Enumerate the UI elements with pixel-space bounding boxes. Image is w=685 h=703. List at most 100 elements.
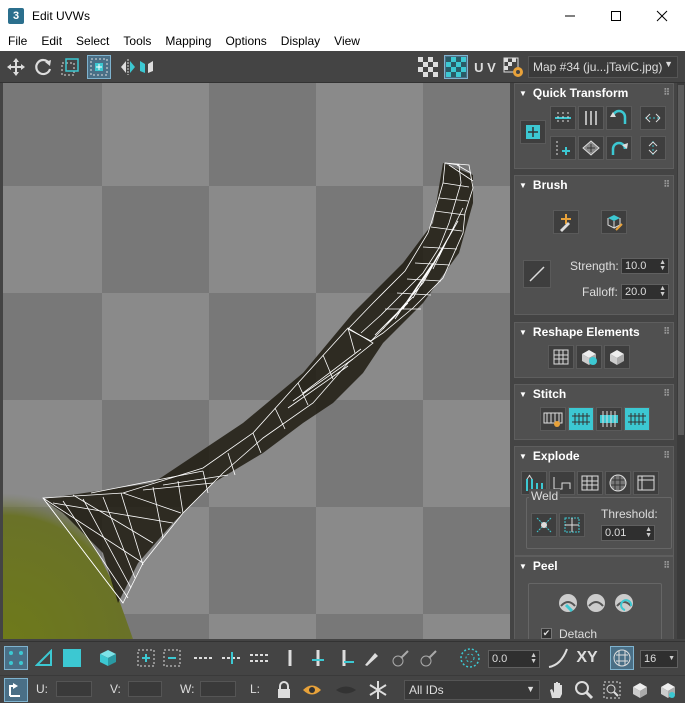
menu-options[interactable]: Options: [217, 34, 272, 48]
panel-scrollbar[interactable]: [677, 83, 685, 639]
xy-space-button[interactable]: XY: [572, 646, 602, 670]
uv-viewport[interactable]: [3, 83, 510, 639]
freeze-button[interactable]: [366, 678, 390, 702]
paint-move-button[interactable]: [553, 210, 579, 234]
stitch-to-source-button[interactable]: [624, 407, 650, 431]
paint-select-grow-button[interactable]: [388, 646, 412, 670]
explode-header[interactable]: ▼ Explode ⠿: [515, 447, 673, 465]
uv-toggle-button[interactable]: U V: [472, 55, 498, 79]
soft-selection-spinner[interactable]: 0.0 ▲ ▼: [488, 650, 540, 668]
flatten-by-polygon-button[interactable]: [577, 471, 603, 495]
align-vertical-button[interactable]: [578, 106, 604, 130]
zoom-button[interactable]: [572, 678, 596, 702]
rotate-cw-button[interactable]: [606, 136, 632, 160]
vertex-mode-button[interactable]: [4, 646, 28, 670]
stitch-average-button[interactable]: [596, 407, 622, 431]
loop-grow-button[interactable]: [220, 646, 244, 670]
weld-threshold-button[interactable]: [559, 513, 585, 537]
zoom-extents-selected-button[interactable]: [656, 678, 680, 702]
move-tool-button[interactable]: [4, 55, 28, 79]
hide-selection-button[interactable]: [300, 678, 324, 702]
falloff-spinner[interactable]: 20.0 ▲ ▼: [621, 284, 669, 300]
falloff-type-button[interactable]: [546, 646, 570, 670]
lock-selection-button[interactable]: [272, 678, 296, 702]
show-map-button[interactable]: [416, 55, 440, 79]
spinner-arrows-icon[interactable]: ▲ ▼: [659, 259, 666, 272]
brush-header[interactable]: ▼ Brush ⠿: [515, 176, 673, 194]
w-field[interactable]: [200, 681, 236, 697]
v-field[interactable]: [128, 681, 162, 697]
spinner-arrows-icon[interactable]: ▲ ▼: [659, 285, 666, 298]
detach-checkbox[interactable]: ✔: [541, 628, 552, 639]
grid-snap-button[interactable]: [610, 646, 634, 670]
paint-select-shrink-button[interactable]: [416, 646, 440, 670]
material-id-dropdown[interactable]: All IDs ▼: [404, 680, 540, 700]
absolute-offset-button[interactable]: [4, 678, 28, 702]
quick-peel-button[interactable]: [555, 591, 581, 615]
freeform-tool-button[interactable]: [87, 55, 111, 79]
brush-falloff-button[interactable]: [523, 260, 551, 288]
spinner-arrows-icon[interactable]: ▲ ▼: [530, 652, 537, 665]
stitch-custom-button[interactable]: [540, 407, 566, 431]
uv-canvas[interactable]: [3, 83, 510, 639]
menu-file[interactable]: File: [0, 34, 33, 48]
rotate-tool-button[interactable]: [31, 55, 55, 79]
scale-tool-button[interactable]: [58, 55, 82, 79]
threshold-spinner[interactable]: 0.01 ▲ ▼: [601, 525, 655, 541]
menu-tools[interactable]: Tools: [115, 34, 157, 48]
set-pivot-button[interactable]: [520, 120, 546, 144]
scrollbar-thumb[interactable]: [678, 85, 684, 435]
paint-select-button[interactable]: [360, 646, 384, 670]
menu-select[interactable]: Select: [68, 34, 115, 48]
space-horizontal-button[interactable]: [640, 106, 666, 130]
relax-until-flat-button[interactable]: [576, 345, 602, 369]
peel-header[interactable]: ▼ Peel ⠿: [515, 557, 673, 575]
mirror-vertical-button[interactable]: [134, 55, 158, 79]
u-field[interactable]: [56, 681, 92, 697]
stitch-to-target-button[interactable]: [568, 407, 594, 431]
weld-selected-button[interactable]: [531, 513, 557, 537]
zoom-extents-button[interactable]: [628, 678, 652, 702]
menu-edit[interactable]: Edit: [33, 34, 68, 48]
space-vertical-button[interactable]: [640, 136, 666, 160]
rotate-ccw-button[interactable]: [606, 106, 632, 130]
align-horizontal-button[interactable]: [550, 106, 576, 130]
minimize-button[interactable]: [547, 0, 593, 31]
shrink-selection-button[interactable]: [160, 646, 184, 670]
loop-shrink-button[interactable]: [248, 646, 272, 670]
align-cluster-button[interactable]: [550, 136, 576, 160]
close-button[interactable]: [639, 0, 685, 31]
soft-selection-button[interactable]: [458, 646, 482, 670]
map-settings-button[interactable]: [501, 55, 525, 79]
checker-pattern-button[interactable]: [444, 55, 468, 79]
relax-brush-button[interactable]: [601, 210, 627, 234]
spinner-arrows-icon[interactable]: ▲ ▼: [645, 526, 652, 539]
menu-view[interactable]: View: [326, 34, 366, 48]
show-selection-button[interactable]: [334, 678, 358, 702]
menu-mapping[interactable]: Mapping: [157, 34, 217, 48]
pan-button[interactable]: [545, 678, 569, 702]
stitch-header[interactable]: ▼ Stitch ⠿: [515, 385, 673, 403]
loop-button[interactable]: [192, 646, 216, 670]
relax-custom-button[interactable]: [604, 345, 630, 369]
maximize-button[interactable]: [593, 0, 639, 31]
flatten-by-material-button[interactable]: [633, 471, 659, 495]
ring-shrink-button[interactable]: [334, 646, 358, 670]
straighten-selection-button[interactable]: [548, 345, 574, 369]
map-select-dropdown[interactable]: Map #34 (ju...jTaviC.jpg) ▼: [528, 56, 678, 78]
menu-display[interactable]: Display: [273, 34, 326, 48]
straighten-button[interactable]: [578, 136, 604, 160]
flatten-by-smoothing-button[interactable]: [605, 471, 631, 495]
peel-mode-button[interactable]: [583, 591, 609, 615]
ring-grow-button[interactable]: [306, 646, 330, 670]
reshape-elements-header[interactable]: ▼ Reshape Elements ⠿: [515, 323, 673, 341]
edge-mode-button[interactable]: [32, 646, 56, 670]
ring-button[interactable]: [278, 646, 302, 670]
grid-spinner[interactable]: 16 ▼: [640, 650, 678, 668]
reset-peel-button[interactable]: [611, 591, 637, 615]
quick-transform-header[interactable]: ▼ Quick Transform ⠿: [515, 84, 673, 102]
zoom-region-button[interactable]: [600, 678, 624, 702]
polygon-mode-button[interactable]: [60, 646, 84, 670]
strength-spinner[interactable]: 10.0 ▲ ▼: [621, 258, 669, 274]
grow-selection-button[interactable]: [134, 646, 158, 670]
